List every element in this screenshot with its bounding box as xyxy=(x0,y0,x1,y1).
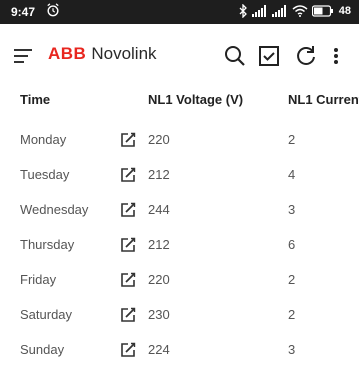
edit-icon[interactable] xyxy=(120,167,136,183)
edit-icon[interactable] xyxy=(120,307,136,323)
cell-current: 2 xyxy=(288,272,296,287)
cell-current: 2 xyxy=(288,132,296,147)
edit-icon[interactable] xyxy=(120,237,136,253)
table-row[interactable]: Thursday 212 6 xyxy=(0,227,359,262)
battery-icon xyxy=(311,5,333,17)
cell-time: Friday xyxy=(20,272,57,287)
table-row[interactable]: Wednesday 244 3 xyxy=(0,192,359,227)
status-bar: 9:47 48 xyxy=(0,0,359,24)
cell-time: Sunday xyxy=(20,342,65,357)
wifi-icon xyxy=(292,5,308,17)
table-row[interactable]: Tuesday 212 4 xyxy=(0,157,359,192)
cell-current: 3 xyxy=(288,202,296,217)
cell-time: Saturday xyxy=(20,307,73,322)
cell-voltage: 220 xyxy=(148,132,170,147)
cell-voltage: 244 xyxy=(148,202,170,217)
signal-icon xyxy=(271,5,286,17)
alarm-icon xyxy=(47,3,59,17)
more-vert-icon[interactable] xyxy=(330,44,342,68)
signal-icon xyxy=(251,5,266,17)
bluetooth-icon xyxy=(239,4,247,18)
status-time: 9:47 xyxy=(11,5,36,19)
cell-time: Tuesday xyxy=(20,167,70,182)
cell-current: 2 xyxy=(288,307,296,322)
table-row[interactable]: Saturday 230 2 xyxy=(0,297,359,332)
menu-icon[interactable] xyxy=(14,47,34,65)
cell-time: Monday xyxy=(20,132,67,147)
edit-icon[interactable] xyxy=(120,342,136,358)
app-title: Novolink xyxy=(91,44,157,63)
cell-voltage: 212 xyxy=(148,237,170,252)
edit-icon[interactable] xyxy=(120,272,136,288)
search-icon[interactable] xyxy=(223,44,247,68)
cell-current: 6 xyxy=(288,237,296,252)
app-brand: ABB Novolink xyxy=(48,44,157,64)
cell-time: Wednesday xyxy=(20,202,89,217)
refresh-icon[interactable] xyxy=(294,44,318,68)
table-row[interactable]: Friday 220 2 xyxy=(0,262,359,297)
column-header-time[interactable]: Time xyxy=(0,90,120,122)
table-row[interactable]: Sunday 224 3 xyxy=(0,332,359,367)
cell-voltage: 212 xyxy=(148,167,170,182)
cell-voltage: 230 xyxy=(148,307,170,322)
cell-voltage: 220 xyxy=(148,272,170,287)
app-bar: ABB Novolink xyxy=(0,24,359,90)
data-table: Time NL1 Voltage (V) NL1 Current Monday … xyxy=(0,90,359,367)
table-row[interactable]: Monday 220 2 xyxy=(0,122,359,157)
abb-logo: ABB xyxy=(48,44,87,63)
column-header-voltage[interactable]: NL1 Voltage (V) xyxy=(148,90,288,122)
checkbox-icon[interactable] xyxy=(258,45,280,67)
cell-time: Thursday xyxy=(20,237,75,252)
column-header-edit xyxy=(120,90,148,122)
edit-icon[interactable] xyxy=(120,202,136,218)
cell-voltage: 224 xyxy=(148,342,170,357)
edit-icon[interactable] xyxy=(120,132,136,148)
cell-current: 4 xyxy=(288,167,296,182)
table-header-row: Time NL1 Voltage (V) NL1 Current xyxy=(0,90,359,122)
column-header-current[interactable]: NL1 Current xyxy=(288,90,359,122)
battery-percent: 48 xyxy=(338,5,351,17)
cell-current: 3 xyxy=(288,342,296,357)
